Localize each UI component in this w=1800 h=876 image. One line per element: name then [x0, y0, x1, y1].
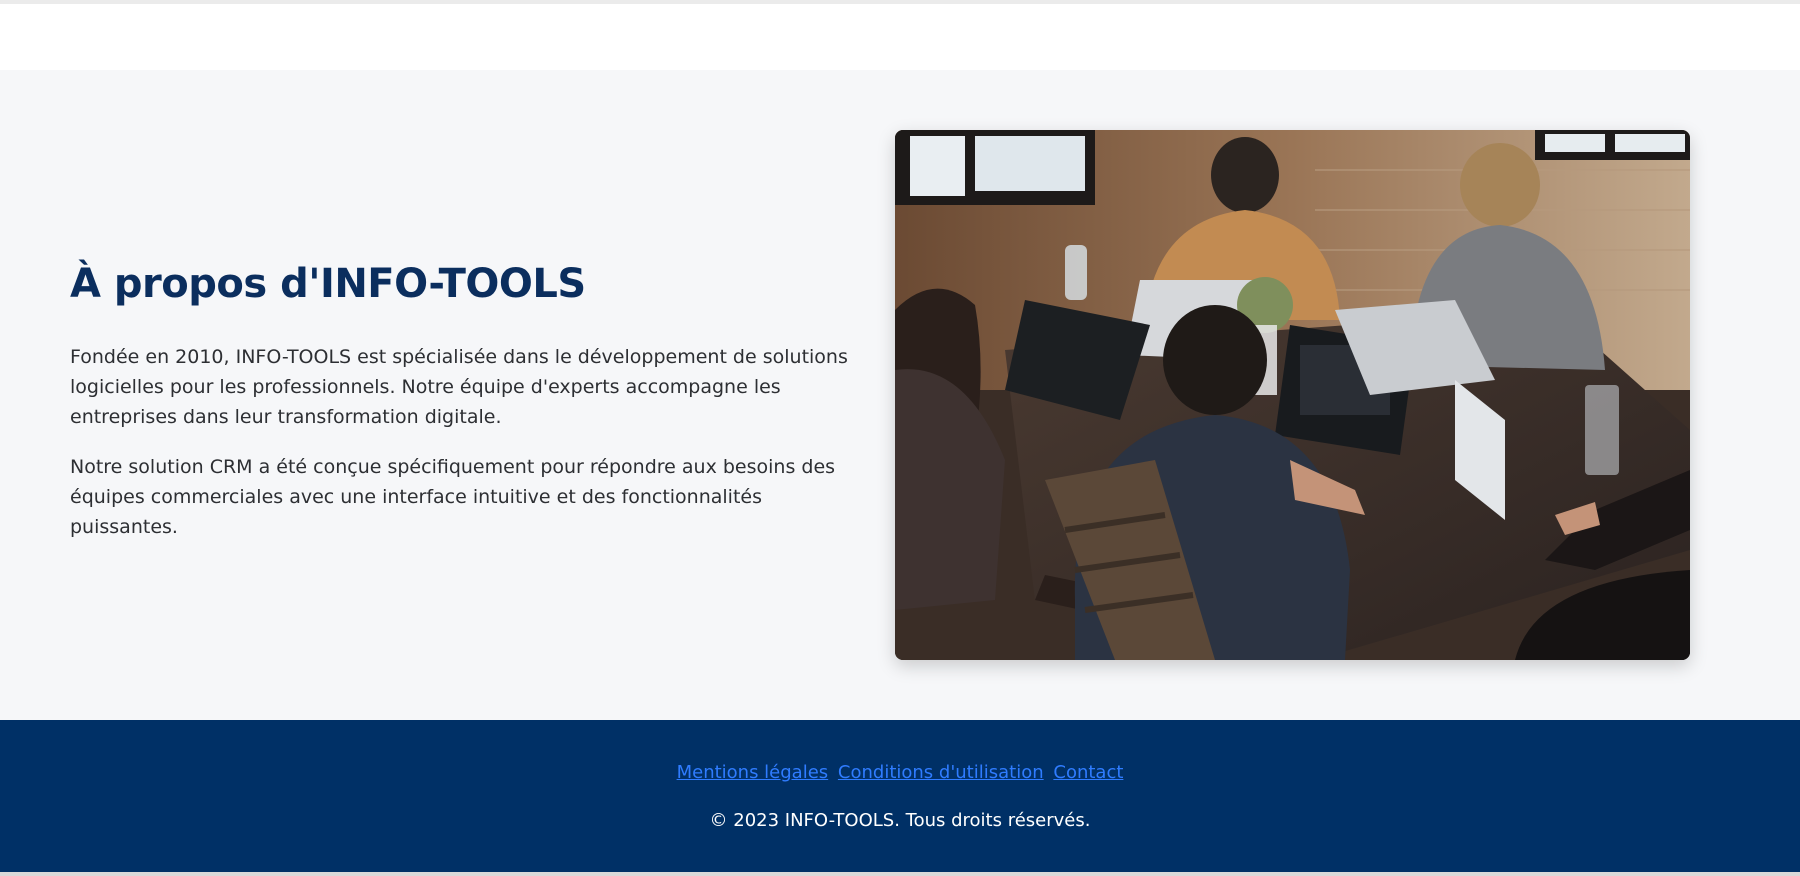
bottom-border	[0, 872, 1800, 876]
about-section: À propos d'INFO-TOOLS Fondée en 2010, IN…	[0, 70, 1800, 720]
about-text-block: À propos d'INFO-TOOLS Fondée en 2010, IN…	[70, 260, 870, 562]
copyright-text: © 2023 INFO-TOOLS. Tous droits réservés.	[709, 810, 1091, 831]
about-paragraph-1: Fondée en 2010, INFO-TOOLS est spécialis…	[70, 346, 848, 428]
team-photo	[895, 130, 1690, 660]
footer-link-mentions-legales[interactable]: Mentions légales	[677, 762, 829, 783]
site-footer: Mentions légales Conditions d'utilisatio…	[0, 720, 1800, 872]
team-photo-illustration	[895, 130, 1690, 660]
footer-link-contact[interactable]: Contact	[1053, 762, 1123, 783]
about-paragraph-2: Notre solution CRM a été conçue spécifiq…	[70, 456, 836, 538]
about-title: À propos d'INFO-TOOLS	[70, 261, 586, 307]
footer-link-conditions[interactable]: Conditions d'utilisation	[838, 762, 1044, 783]
header-strip	[0, 0, 1800, 70]
footer-links: Mentions légales Conditions d'utilisatio…	[0, 760, 1800, 786]
